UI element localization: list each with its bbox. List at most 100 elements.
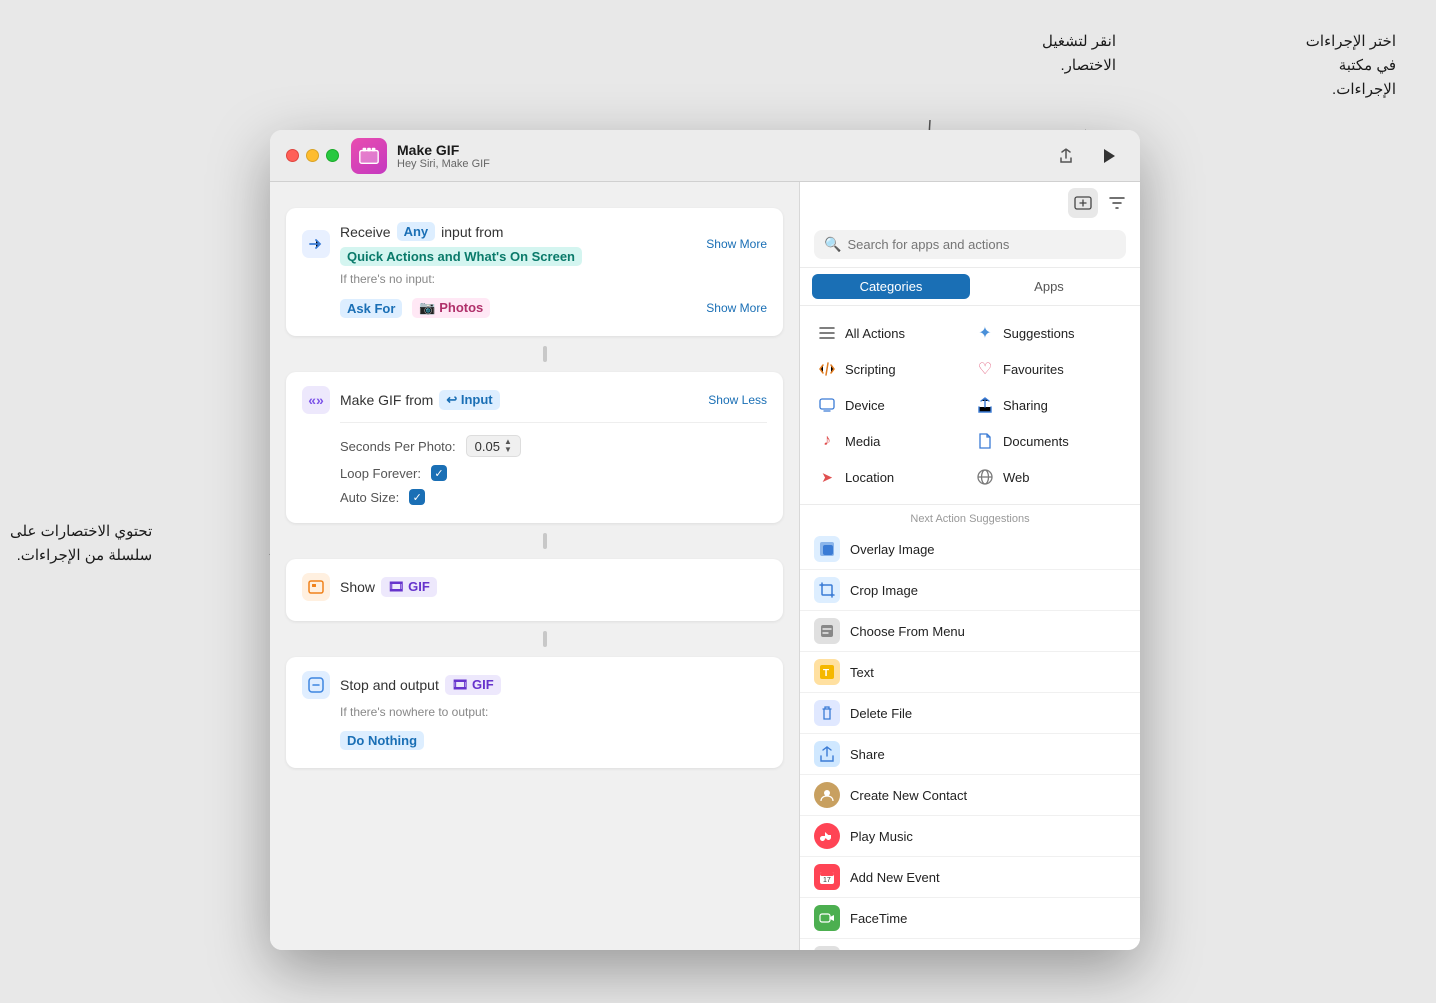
- receive-title: Receive Any input from Quick Actions and…: [340, 222, 696, 266]
- suggestion-list[interactable]: List: [800, 939, 1140, 950]
- suggestion-text[interactable]: T Text: [800, 652, 1140, 693]
- svg-text:17: 17: [823, 877, 831, 884]
- show-more-receive[interactable]: Show More: [706, 237, 767, 251]
- cat-suggestions-label: Suggestions: [1003, 326, 1075, 341]
- receive-icon: [302, 230, 330, 258]
- cat-documents[interactable]: Documents: [970, 424, 1128, 458]
- make-gif-title: Make GIF from ↩ Input: [340, 390, 698, 410]
- loop-label: Loop Forever:: [340, 466, 421, 481]
- suggestions-title: Next Action Suggestions: [800, 505, 1140, 529]
- text-label: Text: [850, 665, 874, 680]
- suggestion-delete-file[interactable]: Delete File: [800, 693, 1140, 734]
- show-more-2[interactable]: Show More: [706, 301, 767, 315]
- show-title: Show 🎞 GIF: [340, 577, 767, 597]
- suggestion-create-contact[interactable]: Create New Contact: [800, 775, 1140, 816]
- minimize-button[interactable]: [306, 149, 319, 162]
- cat-media-label: Media: [845, 434, 880, 449]
- cat-favourites[interactable]: ♡ Favourites: [970, 352, 1128, 386]
- search-icon: 🔍: [824, 236, 841, 253]
- annotation-bottom-left: تحتوي الاختصارات على سلسلة من الإجراءات.: [10, 520, 152, 568]
- cat-suggestions[interactable]: ✦ Suggestions: [970, 316, 1128, 350]
- titlebar-actions: [1052, 140, 1124, 172]
- add-actions-button[interactable]: [1068, 188, 1098, 218]
- cat-sharing[interactable]: Sharing: [970, 388, 1128, 422]
- play-music-icon: [814, 823, 840, 849]
- suggestion-play-music[interactable]: Play Music: [800, 816, 1140, 857]
- divider-1: [543, 346, 547, 362]
- scripting-icon: [816, 358, 838, 380]
- stepper-down[interactable]: ▼: [504, 446, 512, 454]
- create-contact-icon: [814, 782, 840, 808]
- choose-menu-label: Choose From Menu: [850, 624, 965, 639]
- suggestion-share[interactable]: Share: [800, 734, 1140, 775]
- search-input[interactable]: [847, 237, 1116, 252]
- seconds-value[interactable]: 0.05 ▲ ▼: [466, 435, 521, 457]
- suggestions-icon: ✦: [974, 322, 996, 344]
- photos-badge[interactable]: 📷 Photos: [412, 298, 490, 318]
- suggestion-crop-image[interactable]: Crop Image: [800, 570, 1140, 611]
- suggestion-choose-menu[interactable]: Choose From Menu: [800, 611, 1140, 652]
- main-window: Make GIF Hey Siri, Make GIF: [270, 130, 1140, 950]
- crop-image-label: Crop Image: [850, 583, 918, 598]
- action-receive: Receive Any input from Quick Actions and…: [286, 208, 783, 336]
- cat-sharing-label: Sharing: [1003, 398, 1048, 413]
- cat-scripting-label: Scripting: [845, 362, 896, 377]
- maximize-button[interactable]: [326, 149, 339, 162]
- crop-image-icon: [814, 577, 840, 603]
- seconds-label: Seconds Per Photo:: [340, 439, 456, 454]
- delete-file-label: Delete File: [850, 706, 912, 721]
- divider-2: [543, 533, 547, 549]
- sharing-icon: [974, 394, 996, 416]
- play-button[interactable]: [1092, 140, 1124, 172]
- traffic-lights: [286, 149, 339, 162]
- all-actions-icon: [816, 322, 838, 344]
- text-icon: T: [814, 659, 840, 685]
- stop-subtitle: If there's nowhere to output:: [302, 705, 767, 719]
- suggestion-overlay-image[interactable]: Overlay Image: [800, 529, 1140, 570]
- filter-button[interactable]: [1102, 188, 1132, 218]
- window-title: Make GIF: [397, 142, 490, 158]
- search-bar: 🔍: [800, 218, 1140, 268]
- cat-all-actions[interactable]: All Actions: [812, 316, 970, 350]
- documents-icon: [974, 430, 996, 452]
- cat-all-actions-label: All Actions: [845, 326, 905, 341]
- autosize-label: Auto Size:: [340, 490, 399, 505]
- location-icon: ➤: [816, 466, 838, 488]
- window-subtitle: Hey Siri, Make GIF: [397, 158, 490, 170]
- make-gif-icon: «»: [302, 386, 330, 414]
- loop-checkbox[interactable]: ✓: [431, 465, 447, 481]
- suggestion-add-event[interactable]: 17 Add New Event: [800, 857, 1140, 898]
- cat-device[interactable]: Device: [812, 388, 970, 422]
- tab-categories[interactable]: Categories: [812, 274, 970, 299]
- list-icon: [814, 946, 840, 950]
- tab-apps[interactable]: Apps: [970, 274, 1128, 299]
- suggestion-facetime[interactable]: FaceTime: [800, 898, 1140, 939]
- cat-media[interactable]: ♪ Media: [812, 424, 970, 458]
- receive-badge-any[interactable]: Any: [397, 222, 436, 241]
- delete-file-icon: [814, 700, 840, 726]
- action-stop-output: Stop and output 🎞 GIF If there's nowhere…: [286, 657, 783, 768]
- show-gif-badge[interactable]: 🎞 GIF: [381, 577, 437, 597]
- cat-location[interactable]: ➤ Location: [812, 460, 970, 494]
- search-input-wrap: 🔍: [814, 230, 1126, 259]
- do-nothing-badge[interactable]: Do Nothing: [340, 731, 424, 750]
- cat-scripting[interactable]: Scripting: [812, 352, 970, 386]
- divider-3: [543, 631, 547, 647]
- make-gif-badge[interactable]: ↩ Input: [439, 390, 499, 410]
- share-icon: [814, 741, 840, 767]
- autosize-checkbox[interactable]: ✓: [409, 489, 425, 505]
- share-label: Share: [850, 747, 885, 762]
- right-panel: 🔍 Categories Apps: [800, 182, 1140, 950]
- overlay-image-label: Overlay Image: [850, 542, 935, 557]
- close-button[interactable]: [286, 149, 299, 162]
- ask-for-badge[interactable]: Ask For: [340, 299, 402, 318]
- facetime-icon: [814, 905, 840, 931]
- show-less-make-gif[interactable]: Show Less: [708, 393, 767, 407]
- receive-badge-source[interactable]: Quick Actions and What's On Screen: [340, 247, 582, 266]
- stop-title: Stop and output 🎞 GIF: [340, 675, 767, 695]
- stop-icon: [302, 671, 330, 699]
- stop-gif-badge[interactable]: 🎞 GIF: [445, 675, 501, 695]
- cat-web[interactable]: Web: [970, 460, 1128, 494]
- annotation-top-right: اختر الإجراءات في مكتبة الإجراءات.: [1306, 30, 1396, 102]
- share-button[interactable]: [1052, 142, 1080, 170]
